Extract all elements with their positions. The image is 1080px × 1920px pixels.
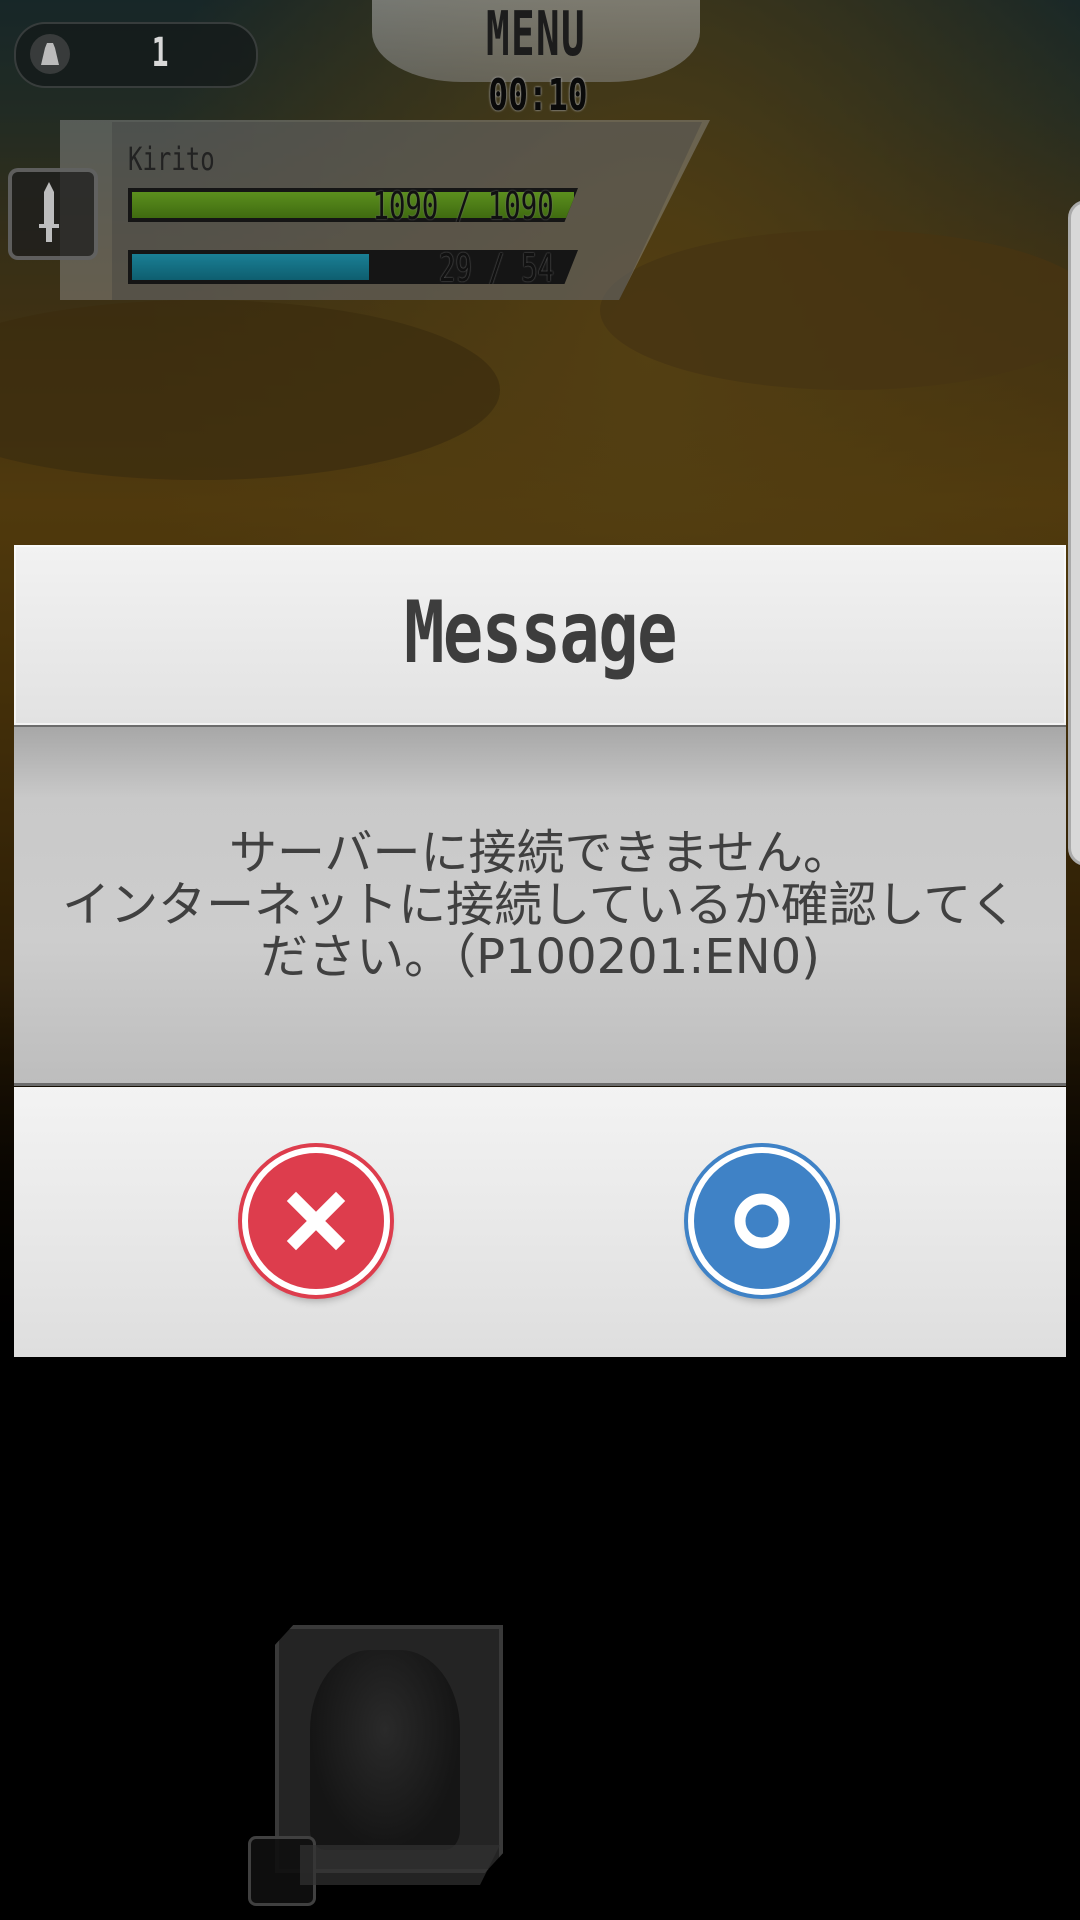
bag-icon	[30, 34, 70, 74]
side-panel-edge	[1068, 200, 1080, 866]
hp-value: 1090 / 1090	[372, 184, 554, 228]
cancel-button[interactable]	[242, 1147, 390, 1295]
menu-label: MENU	[485, 0, 586, 71]
x-icon	[286, 1191, 346, 1251]
bag-count: 1	[151, 30, 169, 76]
weapon-slot[interactable]	[8, 168, 98, 260]
confirm-button[interactable]	[688, 1147, 836, 1295]
circle-o-icon	[734, 1193, 790, 1249]
inventory-bag-counter[interactable]: 1	[14, 22, 258, 88]
character-portrait	[310, 1650, 460, 1850]
sword-icon	[39, 182, 59, 242]
battle-timer: 00:10	[488, 70, 588, 121]
mp-bar: 29 / 54	[128, 250, 578, 284]
hp-bar: 1090 / 1090	[128, 188, 578, 222]
card-status-bars	[300, 1845, 500, 1885]
dialog-body: サーバーに接続できません。 インターネットに接続しているか確認してく ださい。（…	[14, 727, 1066, 1083]
dialog-title: Message	[404, 583, 677, 683]
character-name: Kirito	[128, 140, 215, 178]
dialog-message: サーバーに接続できません。 インターネットに接続しているか確認してく ださい。（…	[62, 825, 1018, 985]
mp-value: 29 / 54	[438, 246, 554, 290]
dialog-header: Message	[14, 545, 1066, 725]
dialog-footer	[14, 1087, 1066, 1357]
mp-bar-fill	[132, 254, 369, 280]
